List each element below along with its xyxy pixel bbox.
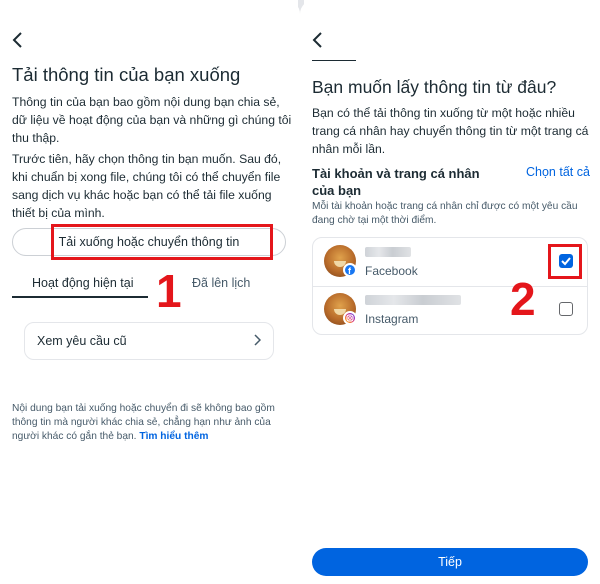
page-title-right: Bạn muốn lấy thông tin từ đâu? <box>312 77 557 97</box>
tab-scheduled[interactable]: Đã lên lịch <box>192 276 250 290</box>
step-number-1: 1 <box>156 265 182 317</box>
account-row-instagram[interactable]: Instagram <box>313 286 587 334</box>
next-button[interactable]: Tiếp <box>312 548 588 576</box>
tab-current-activity-label: Hoạt động hiện tại <box>32 276 134 290</box>
learn-more-link[interactable]: Tìm hiểu thêm <box>139 431 208 442</box>
pending-request-note: Mỗi tài khoản hoặc trang cá nhân chỉ đượ… <box>312 201 578 226</box>
blurred-account-name <box>365 295 461 305</box>
view-old-requests-label: Xem yêu cầu cũ <box>37 334 127 348</box>
back-button-right[interactable] <box>312 30 332 52</box>
download-info-screen: Tải thông tin của bạn xuống Thông tin củ… <box>0 0 300 584</box>
account-row-facebook[interactable]: f Facebook <box>313 238 587 287</box>
footer-disclaimer: Nội dung bạn tải xuống hoặc chuyển đi sẽ… <box>12 402 292 444</box>
intro-paragraph: Thông tin của bạn bao gồm nội dung bạn c… <box>12 95 292 145</box>
step-number-2: 2 <box>510 273 536 325</box>
accounts-section-label: Tài khoản và trang cá nhân của bạn <box>312 166 480 198</box>
annotation-highlight-1 <box>51 224 273 260</box>
header-underline <box>312 60 356 61</box>
instagram-checkbox[interactable] <box>559 302 573 316</box>
svg-text:f: f <box>348 266 352 275</box>
page-title: Tải thông tin của bạn xuống <box>12 64 241 85</box>
back-button[interactable] <box>12 30 32 52</box>
chevron-left-icon <box>312 32 322 48</box>
facebook-badge-icon: f <box>343 263 357 277</box>
accounts-list: f Facebook Instagram <box>312 237 588 335</box>
tab-current-activity[interactable]: Hoạt động hiện tại <box>32 276 133 290</box>
chevron-left-icon <box>12 32 22 48</box>
instagram-badge-icon <box>343 311 357 325</box>
account-platform-facebook: Facebook <box>365 264 418 278</box>
chevron-right-icon <box>253 333 262 349</box>
next-button-label: Tiếp <box>438 555 462 569</box>
tab-scheduled-label: Đã lên lịch <box>192 276 251 290</box>
account-platform-instagram: Instagram <box>365 312 419 326</box>
view-old-requests-button[interactable]: Xem yêu cầu cũ <box>24 322 274 360</box>
instructions-paragraph: Trước tiên, hãy chọn thông tin bạn muốn.… <box>12 152 282 220</box>
annotation-highlight-2 <box>548 244 582 279</box>
active-tab-indicator <box>12 296 148 298</box>
blurred-account-name <box>365 247 411 257</box>
intro-paragraph-right: Bạn có thể tải thông tin xuống từ một ho… <box>312 106 589 156</box>
select-all-link[interactable]: Chọn tất cả <box>526 165 590 179</box>
